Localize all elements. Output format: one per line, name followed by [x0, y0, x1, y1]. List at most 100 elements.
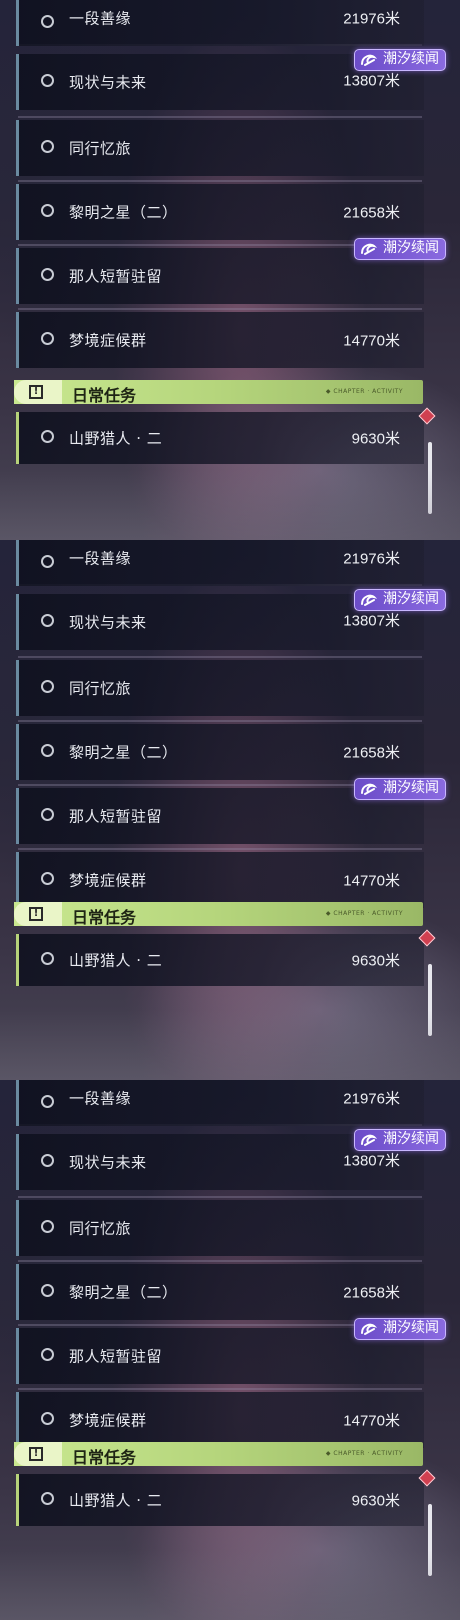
quest-name: 一段善缘: [69, 1089, 132, 1108]
circle-outline-icon: [41, 614, 54, 627]
quest-row[interactable]: 梦境症候群 14770米: [16, 1392, 424, 1448]
quest-distance: 13807米: [343, 1152, 400, 1170]
quest-name: 现状与未来: [69, 613, 147, 632]
row-divider: [18, 720, 422, 722]
circle-outline-icon: [41, 680, 54, 693]
daily-quest-row[interactable]: 山野猎人 · 二 9630米: [16, 412, 424, 464]
quest-list-panel: 一段善缘 21976米 现状与未来 13807米 潮汐续闻 同行忆旅 黎明之星（…: [0, 0, 460, 540]
quest-distance: 9630米: [351, 952, 400, 970]
header-decoration: ◆ CHAPTER · ACTIVITY: [325, 1450, 403, 1457]
row-divider: [18, 308, 422, 310]
tag-label: 潮汐续闻: [383, 51, 439, 67]
row-divider: [18, 1196, 422, 1198]
quest-name: 山野猎人 · 二: [69, 1491, 163, 1510]
quest-list-panel: 一段善缘 21976米 现状与未来 13807米 潮汐续闻 同行忆旅 黎明之星（…: [0, 540, 460, 1080]
daily-quest-row[interactable]: 山野猎人 · 二 9630米: [16, 934, 424, 986]
circle-outline-icon: [41, 872, 54, 885]
exclamation-box-icon: !: [14, 1442, 62, 1466]
daily-quest-title: 日常任务: [72, 908, 137, 927]
row-divider: [18, 116, 422, 118]
tidal-swirl-icon: [361, 54, 377, 66]
quest-row[interactable]: 一段善缘 21976米: [16, 0, 424, 46]
quest-distance: 21976米: [343, 10, 400, 28]
quest-row[interactable]: 一段善缘 21976米: [16, 1080, 424, 1126]
circle-outline-icon: [41, 1095, 54, 1108]
quest-distance: 9630米: [351, 1492, 400, 1510]
quest-name: 一段善缘: [69, 549, 132, 568]
quest-distance: 21976米: [343, 1090, 400, 1108]
tidal-tag: 潮汐续闻: [354, 49, 446, 71]
quest-row[interactable]: 同行忆旅: [16, 660, 424, 716]
circle-outline-icon: [41, 1492, 54, 1505]
exclamation-box-icon: !: [14, 902, 62, 926]
quest-distance: 21658米: [343, 1284, 400, 1302]
tag-label: 潮汐续闻: [383, 780, 439, 796]
circle-outline-icon: [41, 140, 54, 153]
daily-quest-header[interactable]: ! 日常任务 ◆ CHAPTER · ACTIVITY: [14, 902, 423, 927]
circle-outline-icon: [41, 744, 54, 757]
tidal-tag: 潮汐续闻: [354, 589, 446, 611]
header-decoration: ◆ CHAPTER · ACTIVITY: [325, 910, 403, 917]
quest-row[interactable]: 黎明之星（二） 21658米: [16, 184, 424, 240]
tag-label: 潮汐续闻: [383, 240, 439, 256]
tidal-tag: 潮汐续闻: [354, 238, 446, 260]
daily-quest-row[interactable]: 山野猎人 · 二 9630米: [16, 1474, 424, 1526]
quest-distance: 21658米: [343, 744, 400, 762]
scrollbar[interactable]: [428, 442, 432, 514]
quest-distance: 21658米: [343, 204, 400, 222]
daily-quest-title: 日常任务: [72, 1448, 137, 1467]
header-decoration: ◆ CHAPTER · ACTIVITY: [325, 388, 403, 395]
quest-name: 同行忆旅: [69, 679, 132, 698]
quest-distance: 14770米: [343, 1412, 400, 1430]
tag-label: 潮汐续闻: [383, 1131, 439, 1147]
quest-distance: 13807米: [343, 612, 400, 630]
circle-outline-icon: [41, 204, 54, 217]
quest-name: 那人短暂驻留: [69, 807, 163, 826]
quest-list-panel: 一段善缘 21976米 现状与未来 13807米 潮汐续闻 同行忆旅 黎明之星（…: [0, 1080, 460, 1620]
row-divider: [18, 1388, 422, 1390]
tidal-tag: 潮汐续闻: [354, 1318, 446, 1340]
tidal-tag: 潮汐续闻: [354, 778, 446, 800]
scrollbar[interactable]: [428, 1504, 432, 1576]
tidal-swirl-icon: [361, 783, 377, 795]
quest-row[interactable]: 黎明之星（二） 21658米: [16, 1264, 424, 1320]
scrollbar[interactable]: [428, 964, 432, 1036]
quest-name: 山野猎人 · 二: [69, 429, 163, 448]
quest-name: 同行忆旅: [69, 1219, 132, 1238]
row-divider: [18, 656, 422, 658]
tidal-tag: 潮汐续闻: [354, 1129, 446, 1151]
quest-name: 现状与未来: [69, 73, 147, 92]
circle-outline-icon: [41, 332, 54, 345]
quest-row[interactable]: 一段善缘 21976米: [16, 540, 424, 586]
quest-row[interactable]: 同行忆旅: [16, 120, 424, 176]
circle-outline-icon: [41, 808, 54, 821]
quest-name: 那人短暂驻留: [69, 267, 163, 286]
tidal-swirl-icon: [361, 243, 377, 255]
quest-name: 一段善缘: [69, 9, 132, 28]
circle-outline-icon: [41, 74, 54, 87]
quest-name: 梦境症候群: [69, 331, 147, 350]
circle-outline-icon: [41, 268, 54, 281]
daily-quest-title: 日常任务: [72, 386, 137, 405]
circle-outline-icon: [41, 1348, 54, 1361]
row-divider: [18, 848, 422, 850]
daily-quest-header[interactable]: ! 日常任务 ◆ CHAPTER · ACTIVITY: [14, 380, 423, 405]
quest-distance: 14770米: [343, 332, 400, 350]
quest-name: 黎明之星（二）: [69, 743, 178, 762]
daily-quest-header[interactable]: ! 日常任务 ◆ CHAPTER · ACTIVITY: [14, 1442, 423, 1467]
tidal-swirl-icon: [361, 594, 377, 606]
quest-row[interactable]: 同行忆旅: [16, 1200, 424, 1256]
circle-outline-icon: [41, 1412, 54, 1425]
circle-outline-icon: [41, 15, 54, 28]
quest-distance: 21976米: [343, 550, 400, 568]
quest-name: 黎明之星（二）: [69, 203, 178, 222]
quest-name: 同行忆旅: [69, 139, 132, 158]
quest-row[interactable]: 黎明之星（二） 21658米: [16, 724, 424, 780]
quest-row[interactable]: 梦境症候群 14770米: [16, 312, 424, 368]
exclamation-box-icon: !: [14, 380, 62, 404]
tidal-swirl-icon: [361, 1323, 377, 1335]
quest-name: 现状与未来: [69, 1153, 147, 1172]
quest-name: 黎明之星（二）: [69, 1283, 178, 1302]
quest-row[interactable]: 梦境症候群 14770米: [16, 852, 424, 908]
circle-outline-icon: [41, 952, 54, 965]
